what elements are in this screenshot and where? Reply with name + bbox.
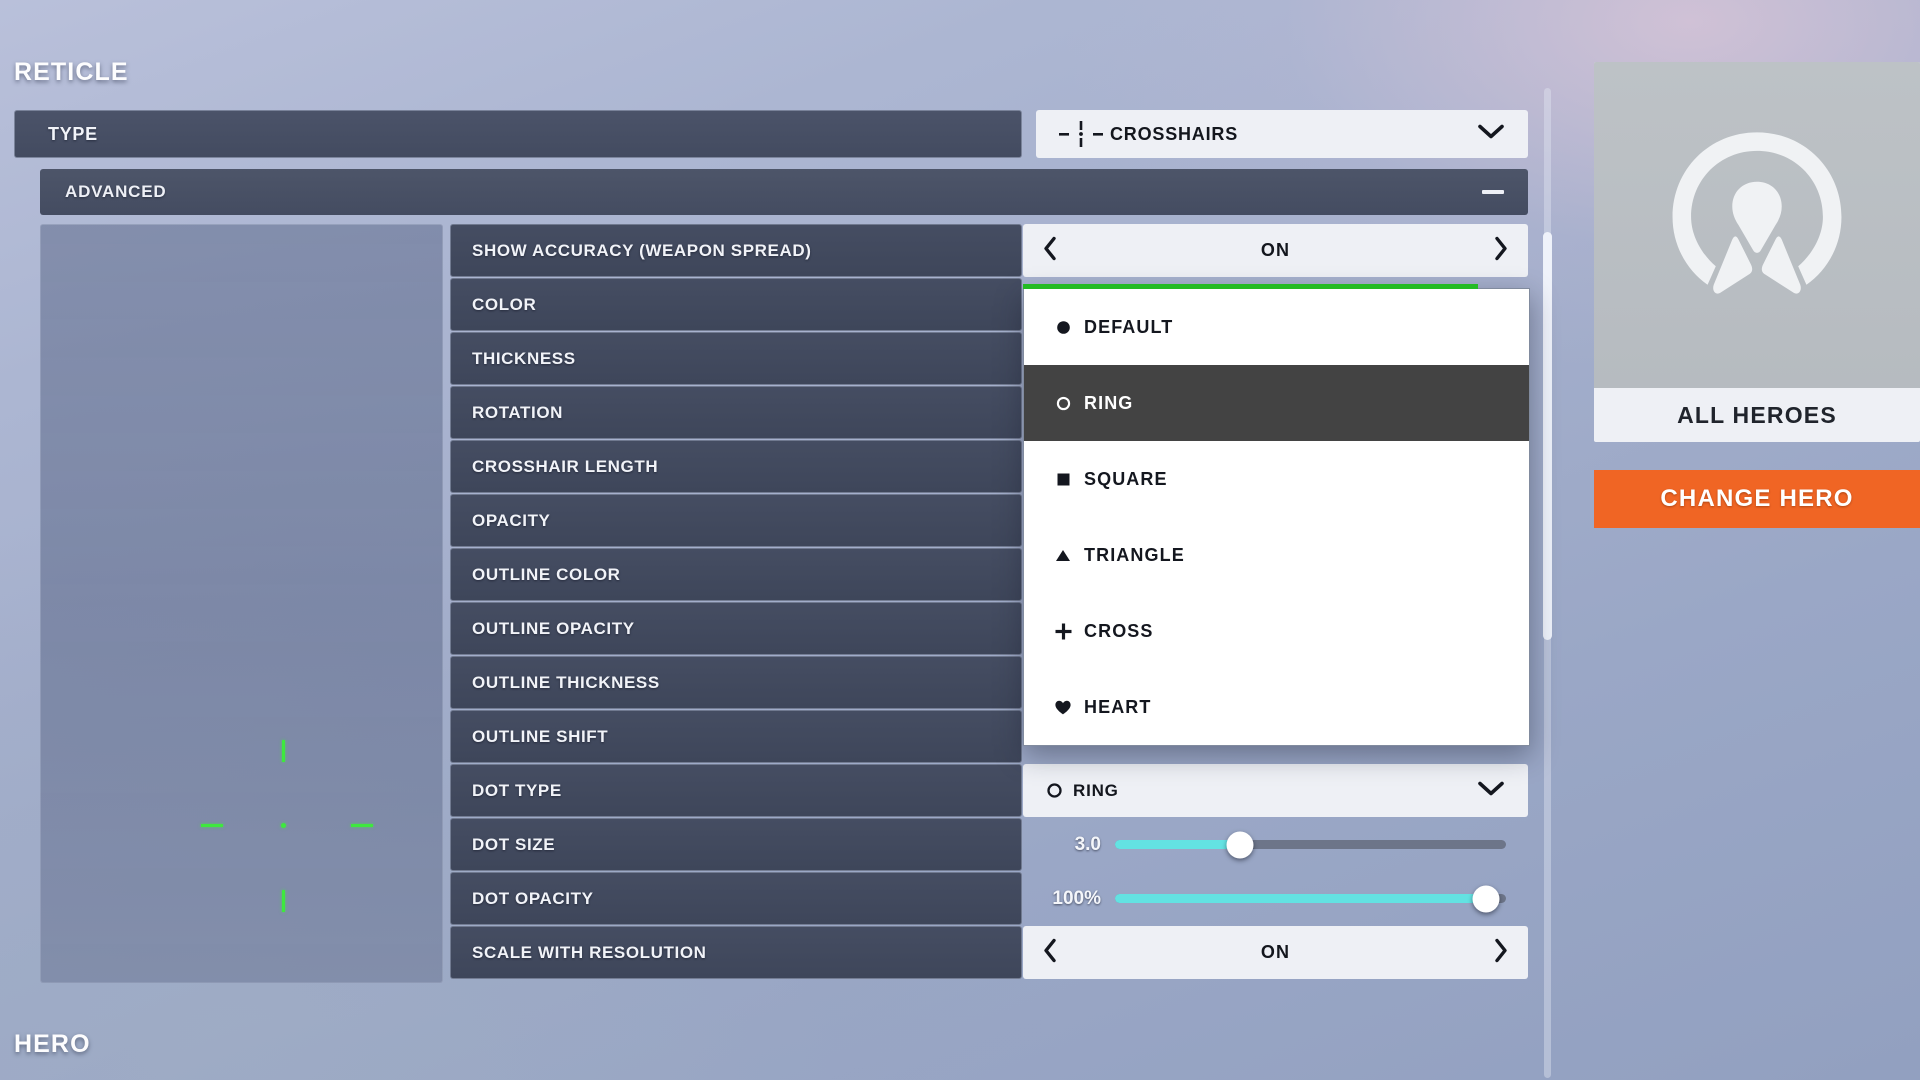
scrollbar-thumb[interactable] [1543,232,1552,640]
chevron-down-icon [1478,124,1504,145]
advanced-label: ADVANCED [65,182,167,201]
page-title-hero: HERO [14,1030,91,1058]
slider-knob[interactable] [1226,831,1254,858]
dot-opacity-value: 100% [1052,887,1101,909]
dropdown-option-label: SQUARE [1084,468,1168,489]
setting-label: OUTLINE COLOR [450,548,1022,601]
hero-name-label: ALL HEROES [1677,401,1837,428]
crosshair-preview [40,224,443,983]
setting-row-dot-size: DOT SIZE 3.0 [450,818,1528,871]
chevron-right-icon[interactable] [1494,236,1508,265]
setting-row-scale-with-resolution: SCALE WITH RESOLUTION ON [450,926,1528,979]
dot-type-dropdown[interactable]: RING [1023,764,1528,817]
setting-label: DOT SIZE [450,818,1022,871]
type-value-label: CROSSHAIRS [1110,123,1239,144]
dot-size-value: 3.0 [1074,833,1101,855]
setting-row-show-accuracy: SHOW ACCURACY (WEAPON SPREAD) ON [450,224,1528,277]
dropdown-option-label: TRIANGLE [1084,544,1185,565]
advanced-section-header[interactable]: ADVANCED [40,169,1528,215]
dot-type-value: RING [1073,780,1119,800]
chevron-left-icon[interactable] [1043,938,1057,967]
crosshair-center-dot [281,823,286,828]
setting-label: OUTLINE OPACITY [450,602,1022,655]
crosshair-line-bottom [282,890,285,912]
setting-label: SCALE WITH RESOLUTION [450,926,1022,979]
setting-label: DOT OPACITY [450,872,1022,925]
dropdown-option-label: HEART [1084,696,1152,717]
setting-row-type: TYPE CROSSHAIRS [14,110,1528,158]
filled-triangle-icon [1046,547,1080,564]
dropdown-option-square[interactable]: SQUARE [1024,441,1529,517]
slider-knob[interactable] [1472,885,1500,912]
dropdown-option-default[interactable]: DEFAULT [1024,289,1529,365]
dropdown-option-cross[interactable]: CROSS [1024,593,1529,669]
setting-label: THICKNESS [450,332,1022,385]
setting-label: COLOR [450,278,1022,331]
setting-label: DOT TYPE [450,764,1022,817]
heart-icon [1046,699,1080,716]
type-label: TYPE [14,110,1022,158]
setting-label: OUTLINE SHIFT [450,710,1022,763]
setting-label: ROTATION [450,386,1022,439]
dropdown-option-triangle[interactable]: TRIANGLE [1024,517,1529,593]
hero-card[interactable]: ALL HEROES [1594,62,1920,442]
setting-label: OUTLINE THICKNESS [450,656,1022,709]
setting-label: CROSSHAIR LENGTH [450,440,1022,493]
chevron-right-icon[interactable] [1494,938,1508,967]
hero-portrait [1594,62,1920,388]
change-hero-button[interactable]: CHANGE HERO [1594,470,1920,528]
setting-label: OPACITY [450,494,1022,547]
crosshair-line-left [201,824,223,827]
ring-icon [1046,395,1080,412]
dropdown-option-ring[interactable]: RING [1024,365,1529,441]
dropdown-option-label: RING [1084,392,1134,413]
chevron-down-icon [1478,780,1504,801]
chevron-left-icon[interactable] [1043,236,1057,265]
crosshairs-icon [1058,121,1104,147]
dropdown-option-label: DEFAULT [1084,316,1174,337]
slider-fill [1115,894,1487,903]
crosshair-line-right [351,824,373,827]
setting-row-dot-type: DOT TYPE RING [450,764,1528,817]
type-dropdown[interactable]: CROSSHAIRS [1036,110,1528,158]
setting-row-dot-opacity: DOT OPACITY 100% [450,872,1528,925]
setting-label: SHOW ACCURACY (WEAPON SPREAD) [450,224,1022,277]
filled-circle-icon [1046,319,1080,336]
crosshair-line-top [282,740,285,762]
dot-type-dropdown-menu[interactable]: DEFAULT RING SQUARE TRIANGLE CROSS HEART [1023,284,1530,746]
setting-value: ON [1260,942,1291,962]
dot-size-slider[interactable]: 3.0 [1023,818,1528,871]
setting-value: ON [1260,240,1291,260]
scale-with-resolution-toggle[interactable]: ON [1023,926,1528,979]
plus-icon [1046,622,1080,641]
dropdown-option-label: CROSS [1084,620,1154,641]
slider-track[interactable] [1115,831,1506,858]
ring-icon [1041,782,1067,799]
dropdown-accent-bar [1023,284,1478,289]
overwatch-logo-icon [1654,120,1860,331]
slider-fill [1115,840,1241,849]
filled-square-icon [1046,471,1080,488]
show-accuracy-toggle[interactable]: ON [1023,224,1528,277]
settings-screen: RETICLE HERO TYPE CROSSHAIRS ADVANCED SH… [0,0,1920,1080]
slider-track[interactable] [1115,885,1506,912]
dropdown-option-heart[interactable]: HEART [1024,669,1529,745]
minus-icon [1482,190,1504,194]
dot-opacity-slider[interactable]: 100% [1023,872,1528,925]
page-title-reticle: RETICLE [14,58,129,86]
